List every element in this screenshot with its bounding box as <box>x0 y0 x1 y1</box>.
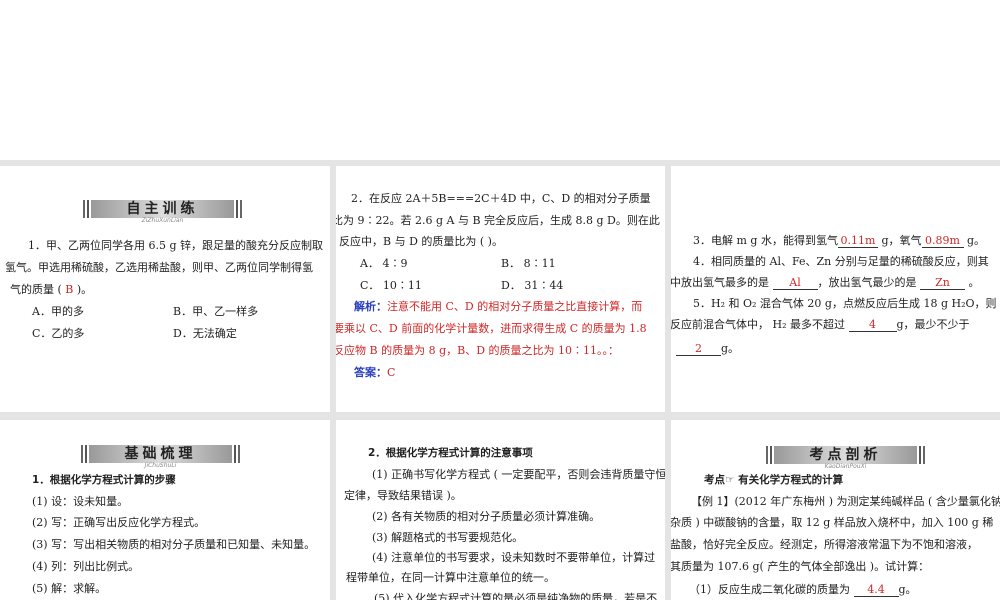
example-text: 其质量为 107.6 g( 产生的气体全部逸出 )。试计算： <box>671 560 930 573</box>
step: (3) 写：写出相关物质的相对分子质量和已知量、未知量。 <box>32 538 316 551</box>
step: (5) 解：求解。 <box>32 582 107 595</box>
note: (5) 代入化学方程式计算的量必须是纯净物的质量，若是不 <box>374 592 658 600</box>
example-text: 杂质 ) 中碳酸钠的含量，取 12 g 样品放入烧杯中，加入 100 g 稀 <box>671 516 994 529</box>
example-text: 【例 1】(2012 年广东梅州 ) 为测定某纯碱样品 ( 含少量氯化钠 <box>691 495 1000 508</box>
question-text: 2．在反应 2A＋5B===2C＋4D 中，C、D 的相对分子质量 <box>351 192 651 205</box>
option-d: D．无法确定 <box>173 327 237 340</box>
panel-notes: 2．根据化学方程式计算的注意事项 (1) 正确书写化学方程式 ( 一定要配平，否… <box>336 420 665 600</box>
banner-title: 考点剖析 <box>809 447 882 463</box>
note: (2) 各有关物质的相对分子质量必须计算准确。 <box>372 510 601 523</box>
section-heading: 1．根据化学方程式计算的步骤 <box>32 474 176 486</box>
question-5: 2 g。 <box>676 342 739 356</box>
option-a: A． 4∶9 <box>360 257 408 270</box>
option-a: A．甲的多 <box>32 305 84 318</box>
answer: B <box>65 283 74 296</box>
banner-title: 自主训练 <box>126 201 199 217</box>
banner-pinyin: ZiZhuXunLian <box>141 217 184 224</box>
note: 程带单位，在同一计算中注意单位的统一。 <box>346 571 555 584</box>
section-heading: 2．根据化学方程式计算的注意事项 <box>368 447 533 459</box>
option-b: B． 8∶11 <box>501 257 556 270</box>
example-text: 盐酸，恰好完全反应。经测定，所得溶液常温下为不饱和溶液， <box>671 538 978 551</box>
panel-questions-3-5: 3．电解 m g 水，能得到氢气 0.11m g，氧气 0.89m g。 4．相同质… <box>671 166 1000 412</box>
option-d: D． 31∶44 <box>501 279 564 292</box>
question-text: 反应中，B 与 D 的质量比为 ( )。 <box>339 235 503 248</box>
option-c: C． 10∶11 <box>360 279 422 292</box>
panel-basics: 基础梳理 JiChuShuLi 1．根据化学方程式计算的步骤 (1) 设：设未知量… <box>0 420 330 600</box>
note: (1) 正确书写化学方程式 ( 一定要配平，否则会违背质量守恒 <box>372 468 665 481</box>
question-3: 3．电解 m g 水，能得到氢气 0.11m g，氧气 0.89m g。 <box>693 234 986 248</box>
panel-self-training: 自主训练 ZiZhuXunLian 1．甲、乙两位同学各用 6.5 g 锌，跟足量… <box>0 166 330 412</box>
question-text: 1．甲、乙两位同学各用 6.5 g 锌，跟足量的酸充分反应制取 <box>28 239 324 252</box>
question-text: 氢气。甲选用稀硫酸，乙选用稀盐酸，则甲、乙两位同学制得氢 <box>5 261 313 274</box>
option-c: C．乙的多 <box>32 327 85 340</box>
panel-exam-points: 考点剖析 KaoDianPouXi 考点☞ 有关化学方程式的计算 【例 1】(20… <box>671 420 1000 600</box>
question-5: 反应前混合气体中， H₂ 最多不超过 4 g，最少不少于 <box>671 318 970 332</box>
note: (4) 注意单位的书写要求，设未知数时不要带单位，计算过 <box>372 551 656 564</box>
step: (4) 列：列出比例式。 <box>32 560 140 573</box>
question-5: 5．H₂ 和 O₂ 混合气体 20 g，点燃反应后生成 18 g H₂O，则 <box>693 297 997 310</box>
question-text: 比为 9∶22。若 2.6 g A 与 B 完全反应后，生成 8.8 g D。则… <box>336 214 660 227</box>
section-banner: 基础梳理 JiChuShuLi <box>78 445 243 469</box>
analysis: 要乘以 C、D 前面的化学计量数，进而求得生成 C 的质量为 1.8 <box>336 322 647 335</box>
step: (1) 设：设未知量。 <box>32 495 129 508</box>
analysis: 反应物 B 的质量为 8 g，B、D 的质量之比为 10∶11。。： <box>336 344 619 357</box>
note: (3) 解题格式的书写要规范化。 <box>372 531 524 544</box>
example-question: （1）反应生成二氧化碳的质量为 4.4 g。 <box>689 583 917 597</box>
panel-question-2: 2．在反应 2A＋5B===2C＋4D 中，C、D 的相对分子质量 比为 9∶2… <box>336 166 665 412</box>
answer: 答案：C <box>354 366 396 379</box>
question-4: 4．相同质量的 Al、Fe、Zn 分别与足量的稀硫酸反应，则其 <box>693 255 989 268</box>
section-heading: 考点☞ 有关化学方程式的计算 <box>704 474 844 486</box>
step: (2) 写：正确写出反应化学方程式。 <box>32 516 206 529</box>
section-banner: 考点剖析 KaoDianPouXi <box>763 446 928 470</box>
banner-pinyin: KaoDianPouXi <box>824 463 867 470</box>
question-4: 中放出氢气最多的是 Al ，放出氢气最少的是 Zn 。 <box>671 276 980 290</box>
section-banner: 自主训练 ZiZhuXunLian <box>80 200 245 224</box>
analysis: 解析：注意不能用 C、D 的相对分子质量之比直接计算，而 <box>354 300 643 313</box>
note: 定律，导致结果错误 )。 <box>344 489 462 502</box>
option-b: B．甲、乙一样多 <box>173 305 259 318</box>
question-text: 气的质量 ( B )。 <box>10 283 93 296</box>
banner-title: 基础梳理 <box>124 446 197 462</box>
banner-pinyin: JiChuShuLi <box>144 462 177 469</box>
